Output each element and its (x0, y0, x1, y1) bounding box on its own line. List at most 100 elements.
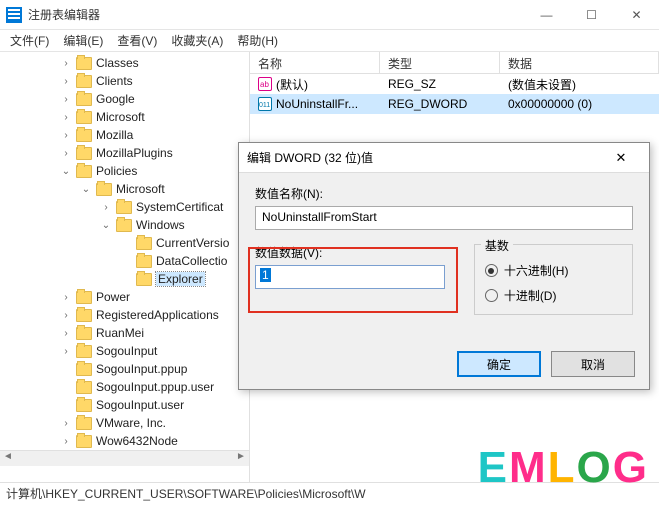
folder-icon (96, 183, 112, 196)
twist-icon[interactable]: › (60, 310, 72, 321)
tree-node[interactable]: CurrentVersio (0, 234, 249, 252)
menu-help[interactable]: 帮助(H) (231, 30, 284, 51)
dialog-titlebar[interactable]: 编辑 DWORD (32 位)值 ✕ (239, 143, 649, 173)
maximize-button[interactable]: ☐ (569, 0, 614, 30)
value-data-input[interactable]: 1 (255, 265, 445, 289)
twist-icon[interactable]: › (60, 112, 72, 123)
col-name[interactable]: 名称 (250, 52, 380, 73)
value-data-text: 1 (260, 268, 271, 282)
list-row[interactable]: (默认)REG_SZ(数值未设置) (250, 74, 659, 94)
tree-node[interactable]: ⌄ Policies (0, 162, 249, 180)
tree-node-label: Explorer (156, 272, 205, 286)
tree-node[interactable]: ›SystemCertificat (0, 198, 249, 216)
radix-fieldset: 基数 十六进制(H) 十进制(D) (474, 244, 633, 315)
tree-node[interactable]: ›Wow6432Node (0, 432, 249, 450)
tree-node-label: Policies (96, 164, 137, 178)
folder-icon (136, 255, 152, 268)
folder-icon (76, 111, 92, 124)
value-type: REG_DWORD (380, 97, 500, 111)
tree-node-label: CurrentVersio (156, 236, 229, 250)
value-name-input[interactable]: NoUninstallFromStart (255, 206, 633, 230)
twist-icon[interactable]: › (100, 202, 112, 213)
folder-icon (76, 57, 92, 70)
tree-node[interactable]: DataCollectio (0, 252, 249, 270)
menu-edit[interactable]: 编辑(E) (57, 30, 109, 51)
twist-icon[interactable]: › (60, 292, 72, 303)
folder-icon (116, 201, 132, 214)
twist-icon[interactable]: › (60, 418, 72, 429)
folder-icon (76, 309, 92, 322)
value-data-label: 数值数据(V): (255, 244, 454, 261)
tree-node-label: Mozilla (96, 128, 133, 142)
reg-value-icon (258, 77, 272, 91)
value-type: REG_SZ (380, 77, 500, 91)
twist-icon[interactable]: › (60, 76, 72, 87)
tree-node[interactable]: › Mozilla (0, 126, 249, 144)
tree-node-label: SogouInput.ppup (96, 362, 187, 376)
dialog-close-button[interactable]: ✕ (601, 144, 641, 172)
tree-node[interactable]: Explorer (0, 270, 249, 288)
twist-icon[interactable]: ⌄ (60, 166, 72, 177)
tree-node-label: SogouInput.ppup.user (96, 380, 214, 394)
tree-node-label: SogouInput (96, 344, 157, 358)
twist-icon[interactable]: › (60, 436, 72, 447)
cancel-button[interactable]: 取消 (551, 351, 635, 377)
twist-icon[interactable]: ⌄ (100, 220, 112, 231)
twist-icon[interactable]: › (60, 94, 72, 105)
value-name: (默认) (276, 76, 308, 93)
tree-node[interactable]: ⌄Windows (0, 216, 249, 234)
col-data[interactable]: 数据 (500, 52, 659, 73)
tree-node[interactable]: › SogouInput (0, 342, 249, 360)
radix-hex-option[interactable]: 十六进制(H) (485, 262, 622, 279)
folder-icon (76, 399, 92, 412)
tree-node[interactable]: ⌄Microsoft (0, 180, 249, 198)
tree-node-label: MozillaPlugins (96, 146, 173, 160)
tree-node[interactable]: SogouInput.ppup (0, 360, 249, 378)
radix-dec-option[interactable]: 十进制(D) (485, 287, 622, 304)
tree-node[interactable]: ›Microsoft (0, 108, 249, 126)
value-name-label: 数值名称(N): (255, 185, 633, 202)
twist-icon[interactable]: › (60, 58, 72, 69)
menu-view[interactable]: 查看(V) (111, 30, 163, 51)
reg-value-icon (258, 97, 272, 111)
tree-node-label: Power (96, 290, 130, 304)
folder-icon (76, 291, 92, 304)
radix-legend: 基数 (481, 237, 513, 254)
folder-icon (76, 147, 92, 160)
tree-node[interactable]: › Google (0, 90, 249, 108)
tree-node-label: RegisteredApplications (96, 308, 219, 322)
tree-node-label: Google (96, 92, 135, 106)
watermark: EMLOG (478, 443, 649, 493)
registry-tree: ›Classes›Clients›Google›Microsoft›Mozill… (0, 54, 249, 450)
tree-node[interactable]: › RegisteredApplications (0, 306, 249, 324)
tree-hscroll[interactable]: ◄► (0, 450, 249, 466)
menu-fav[interactable]: 收藏夹(A) (165, 30, 229, 51)
window-controls: — ☐ ✕ (524, 0, 659, 30)
tree-pane[interactable]: ›Classes›Clients›Google›Microsoft›Mozill… (0, 52, 250, 482)
col-type[interactable]: 类型 (380, 52, 500, 73)
tree-node[interactable]: ›RuanMei (0, 324, 249, 342)
twist-icon[interactable]: › (60, 328, 72, 339)
tree-node[interactable]: ›Classes (0, 54, 249, 72)
list-row[interactable]: NoUninstallFr...REG_DWORD0x00000000 (0) (250, 94, 659, 114)
tree-node[interactable]: SogouInput.ppup.user (0, 378, 249, 396)
twist-icon[interactable]: › (60, 346, 72, 357)
twist-icon[interactable]: › (60, 130, 72, 141)
close-button[interactable]: ✕ (614, 0, 659, 30)
folder-icon (116, 219, 132, 232)
tree-node[interactable]: SogouInput.user (0, 396, 249, 414)
tree-node[interactable]: ›Clients (0, 72, 249, 90)
folder-icon (76, 75, 92, 88)
folder-icon (76, 417, 92, 430)
ok-button[interactable]: 确定 (457, 351, 541, 377)
folder-icon (76, 381, 92, 394)
minimize-button[interactable]: — (524, 0, 569, 30)
tree-node[interactable]: ›VMware, Inc. (0, 414, 249, 432)
tree-node[interactable]: › MozillaPlugins (0, 144, 249, 162)
menu-file[interactable]: 文件(F) (4, 30, 55, 51)
tree-node[interactable]: › Power (0, 288, 249, 306)
folder-icon (76, 327, 92, 340)
radix-hex-label: 十六进制(H) (504, 262, 569, 279)
twist-icon[interactable]: ⌄ (80, 184, 92, 195)
twist-icon[interactable]: › (60, 148, 72, 159)
